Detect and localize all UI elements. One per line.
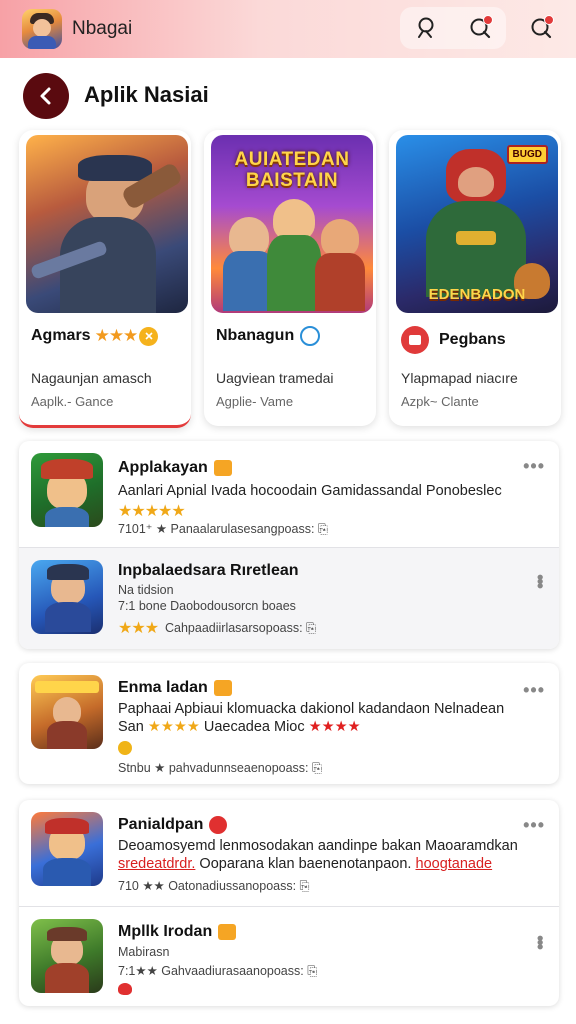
item-meta: 7:1★★ Gahvaadiurasaanopoass: ⎘: [118, 964, 318, 978]
card-category: Aaplk.- Gance: [31, 394, 114, 409]
featured-card[interactable]: BUGD EDENBADON Pegbans Ylapmapad niacıre…: [389, 130, 561, 426]
art-caption: EDENBADON: [428, 286, 526, 303]
item-meta: Cahpaadiirlasarsopoass: ⎘: [165, 621, 317, 635]
card-name-row: Agmars ★★★: [31, 326, 183, 346]
icon-banner: [35, 681, 99, 693]
art-badge: BUGD: [506, 145, 548, 164]
app-icon: [31, 919, 103, 993]
item-description: Aanlari Apnial Ivada hocoodain Gamidassa…: [118, 483, 502, 499]
card-name-row: Nbanagun: [216, 326, 368, 346]
card-subtitle: Ylapmapad niacıre: [401, 370, 518, 386]
app-name: Nbagai: [72, 18, 133, 39]
search-person-icon[interactable]: [412, 13, 442, 43]
app-icon: [31, 812, 103, 886]
brand-logo-icon: [300, 326, 321, 346]
card-subtitle: Uagviean tramedai: [216, 370, 334, 386]
art-title: AUIATEDAN BAISTAIN: [234, 149, 350, 191]
rating-stars: ★★★: [94, 326, 139, 345]
item-description: Paphaai Apbiaui klomuacka dakionol kadan…: [118, 701, 505, 717]
chevron-left-icon: [40, 87, 51, 105]
app-list-group: Enma ladan Paphaai Apbiaui klomuacka dak…: [19, 663, 559, 784]
rating-stars: ★★★: [118, 620, 159, 637]
badge-icon: [213, 680, 232, 696]
card-subtitle: Nagaunjan amasch: [31, 370, 152, 386]
badge-icon: [213, 460, 232, 476]
brand-logo-icon: [401, 326, 429, 354]
item-meta: 710 ★★ Oatonadiussanopoass: ⎘: [118, 879, 310, 893]
item-description: Deoamosyemd lenmosodakan aandinpe bakan …: [118, 838, 518, 854]
more-options-icon[interactable]: •••: [523, 681, 545, 699]
badge-icon: [209, 816, 228, 834]
more-options-icon[interactable]: •••: [523, 457, 545, 475]
red-badge-icon: [118, 983, 132, 995]
card-name-row: Pegbans: [401, 326, 553, 354]
card-title: Nbanagun: [216, 327, 295, 344]
item-title: Inpbalaedsara Rıretlean: [118, 562, 299, 579]
list-item[interactable]: Enma ladan Paphaai Apbiaui klomuacka dak…: [19, 663, 559, 784]
more-options-icon[interactable]: •••: [523, 816, 545, 834]
app-icon: [31, 675, 103, 749]
badge-icon: [218, 924, 237, 940]
item-title: Applakayan: [118, 459, 232, 477]
app-list-group: Applakayan Aanlari Apnial Ivada hocoodai…: [19, 441, 559, 649]
card-category: Azpk~ Clante: [401, 394, 479, 409]
game-art-image: AUIATEDAN BAISTAIN: [211, 135, 373, 313]
item-description-line2: sredeatdrdr. Ooparana klan baenenotanpao…: [118, 856, 493, 872]
list-item[interactable]: Mpllk Irodan Mabirasn 7:1★★ Gahvaadiuras…: [19, 907, 559, 1006]
item-title: Enma ladan: [118, 679, 232, 697]
app-list-group: Panialdpan Deoamosyemd lenmosodakan aand…: [19, 800, 559, 1006]
top-actions-group: [400, 7, 506, 49]
game-art-image: [26, 135, 188, 313]
item-title: Panialdpan: [118, 816, 228, 834]
app-avatar-icon[interactable]: [22, 9, 62, 49]
coin-icon: [139, 326, 159, 346]
list-item[interactable]: Applakayan Aanlari Apnial Ivada hocoodai…: [19, 441, 559, 547]
item-meta-top: Mabirasn: [118, 945, 170, 959]
coin-icon: [118, 741, 132, 755]
item-description-line2: San ★★★★ Uaecadea Mioc ★★★★: [118, 719, 361, 735]
more-options-icon[interactable]: •••: [530, 574, 550, 587]
list-item[interactable]: Panialdpan Deoamosyemd lenmosodakan aand…: [19, 800, 559, 906]
item-meta-top: Na tidsion: [118, 583, 174, 597]
item-meta: 7101⁺ ★ Panaalarulasesangpoass: ⎘: [118, 522, 328, 536]
back-button[interactable]: [23, 73, 69, 119]
card-category: Agplie- Vame: [216, 394, 294, 409]
featured-card[interactable]: AUIATEDAN BAISTAIN Nbanagun Uagviean tra…: [204, 130, 376, 426]
card-title: Pegbans: [439, 331, 506, 348]
search-notification-icon[interactable]: [526, 13, 556, 43]
more-options-icon[interactable]: •••: [530, 935, 550, 948]
featured-card[interactable]: Agmars ★★★ Nagaunjan amasch Aaplk.- Ganc…: [19, 130, 191, 428]
chat-notification-icon[interactable]: [465, 13, 495, 43]
list-item[interactable]: Inpbalaedsara Rıretlean Na tidsion 7:1 b…: [19, 548, 559, 649]
main-content: Aplik Nasiai Agmars ★★★ Nagaunjan amasch…: [0, 58, 576, 1024]
game-art-image: BUGD EDENBADON: [396, 135, 558, 313]
item-title: Mpllk Irodan: [118, 923, 237, 941]
rating-stars: ★★★★★: [118, 503, 186, 520]
page-title: Aplik Nasiai: [84, 82, 209, 107]
app-icon: [31, 560, 103, 634]
item-meta: Stnbu ★ pahvadunnseaenopoass: ⎘: [118, 761, 322, 775]
app-icon: [31, 453, 103, 527]
card-title: Agmars: [31, 327, 91, 344]
top-app-bar: Nbagai: [0, 0, 576, 58]
item-meta-mid: 7:1 bone Daobodousorcn boaes: [118, 599, 296, 613]
